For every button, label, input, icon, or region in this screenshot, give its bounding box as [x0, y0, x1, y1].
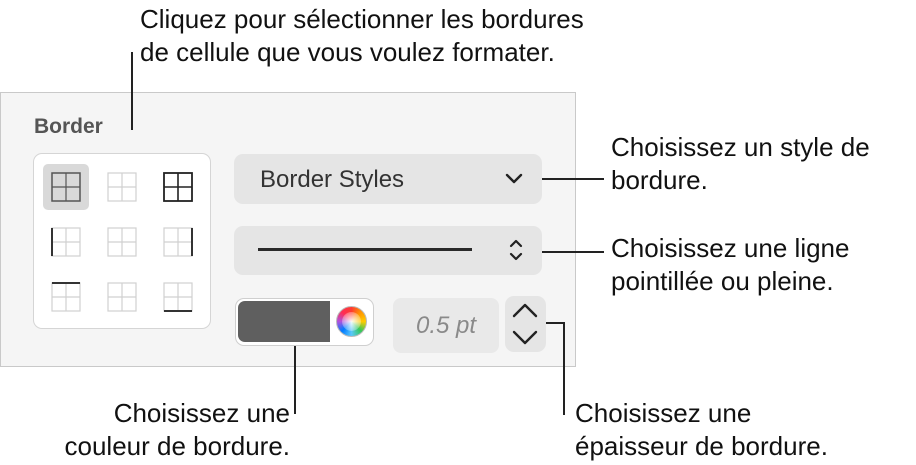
chevron-up-icon[interactable]	[511, 302, 539, 320]
border-selector-grid	[33, 153, 211, 329]
section-title: Border	[34, 115, 103, 138]
right-border-icon	[163, 227, 193, 257]
border-styles-label: Border Styles	[260, 166, 405, 193]
connector-style	[542, 178, 604, 180]
outside-borders-icon	[163, 172, 193, 202]
bottom-border-icon	[163, 282, 193, 312]
color-wheel-icon[interactable]	[336, 306, 367, 337]
inside-borders-button[interactable]	[99, 164, 145, 210]
inside-vertical-button[interactable]	[99, 219, 145, 265]
callout-select-borders: Cliquez pour sélectionner les bordures d…	[140, 4, 584, 67]
chevron-down-icon[interactable]	[511, 328, 539, 346]
bottom-border-button[interactable]	[155, 274, 201, 320]
all-borders-button[interactable]	[43, 164, 89, 210]
border-color-swatch[interactable]	[238, 301, 330, 342]
up-down-chevron-icon	[509, 239, 523, 261]
callout-line-type: Choisissez une ligne pointillée ou plein…	[611, 233, 850, 296]
connector-color	[294, 346, 296, 414]
connector-thickness-v	[563, 322, 565, 415]
top-border-icon	[51, 282, 81, 312]
connector-top	[131, 52, 133, 130]
connector-line	[542, 251, 604, 253]
line-style-sample	[258, 248, 472, 251]
border-color-well[interactable]	[235, 298, 374, 346]
border-width-stepper[interactable]	[505, 296, 546, 352]
inside-borders-icon	[107, 172, 137, 202]
line-style-popup[interactable]	[234, 226, 542, 275]
inside-horizontal-button[interactable]	[99, 274, 145, 320]
inside-vertical-icon	[107, 227, 137, 257]
all-borders-icon	[51, 172, 81, 202]
left-border-button[interactable]	[43, 219, 89, 265]
right-border-button[interactable]	[155, 219, 201, 265]
callout-border-color: Choisissez une couleur de bordure.	[64, 398, 290, 461]
left-border-icon	[51, 227, 81, 257]
outside-borders-button[interactable]	[155, 164, 201, 210]
top-border-button[interactable]	[43, 274, 89, 320]
callout-border-style: Choisissez un style de bordure.	[611, 132, 870, 195]
callout-border-thickness: Choisissez une épaisseur de bordure.	[575, 398, 828, 461]
border-styles-dropdown[interactable]: Border Styles	[234, 154, 542, 204]
inside-horizontal-icon	[107, 282, 137, 312]
border-width-field[interactable]: 0.5 pt	[393, 298, 499, 353]
chevron-down-icon	[505, 173, 523, 184]
